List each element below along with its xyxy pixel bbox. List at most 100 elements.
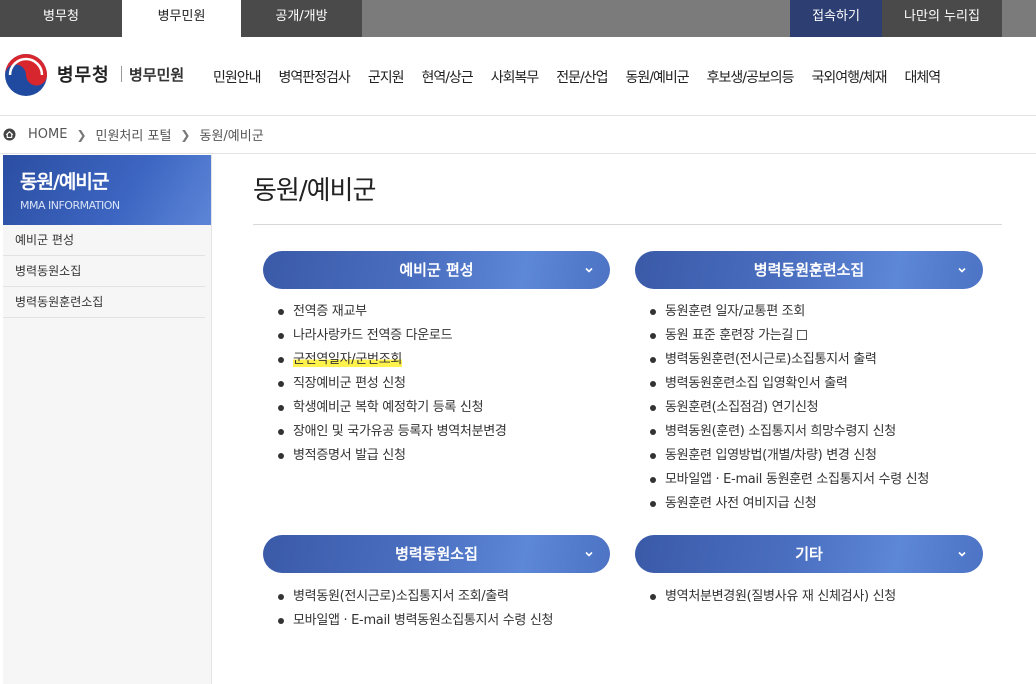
bullet-icon [650, 309, 656, 315]
chevron-down-icon[interactable] [583, 264, 595, 276]
bullet-icon [278, 405, 284, 411]
bullet-icon [650, 405, 656, 411]
section-title: 예비군 편성 [399, 261, 474, 279]
section-header-reserve-formation[interactable]: 예비군 편성 [263, 251, 610, 289]
list-item[interactable]: 동원훈련 일자/교통편 조회 [650, 300, 929, 324]
login-button[interactable]: 접속하기 [790, 0, 882, 37]
tab-civil-service[interactable]: 병무민원 [122, 0, 241, 37]
nav-item-exam[interactable]: 병역판정검사 [279, 67, 351, 87]
list-item[interactable]: 군전역일자/군번조회 [278, 348, 507, 372]
bullet-icon [650, 381, 656, 387]
section-header-mobilization-training[interactable]: 병력동원훈련소집 [635, 251, 983, 289]
list-item[interactable]: 나라사랑카드 전역증 다운로드 [278, 324, 507, 348]
tab-open-disclosure[interactable]: 공개/개방 [241, 0, 362, 37]
bullet-icon [278, 309, 284, 315]
list-item[interactable]: 동원훈련(소집점검) 연기신청 [650, 396, 929, 420]
bullet-icon [278, 453, 284, 459]
bullet-icon [650, 333, 656, 339]
nav-item-cadet[interactable]: 후보생/공보의등 [707, 67, 795, 87]
list-item[interactable]: 병적증명서 발급 신청 [278, 444, 507, 468]
brand-subtitle[interactable]: 병무민원 [129, 64, 184, 85]
list-item-label: 전역증 재교부 [293, 304, 367, 319]
bullet-icon [650, 501, 656, 507]
breadcrumb-home[interactable]: HOME [28, 127, 67, 142]
list-item-label: 직장예비군 편성 신청 [293, 376, 406, 391]
external-link-icon [797, 330, 808, 340]
section-list-mobilization-call: 병력동원(전시근로)소집통지서 조회/출력 모바일앱 · E-mail 병력동원… [278, 585, 553, 633]
breadcrumb: HOME ❯ 민원처리 포털 ❯ 동원/예비군 [0, 116, 1036, 154]
section-title: 병력동원훈련소집 [753, 261, 865, 279]
bullet-icon [650, 594, 656, 600]
chevron-down-icon[interactable] [956, 264, 968, 276]
bullet-icon [278, 594, 284, 600]
nav-item-enlist[interactable]: 군지원 [368, 67, 405, 87]
top-utility-bar: 병무청 병무민원 공개/개방 접속하기 나만의 누리집 [0, 0, 1036, 37]
nav-item-social-service[interactable]: 사회복무 [491, 67, 540, 87]
nav-item-civil-guide[interactable]: 민원안내 [213, 67, 262, 87]
list-item[interactable]: 동원훈련 입영방법(개별/차량) 변경 신청 [650, 444, 929, 468]
list-item[interactable]: 병역처분변경원(질병사유 재 신체검사) 신청 [650, 585, 896, 609]
list-item[interactable]: 모바일앱 · E-mail 동원훈련 소집통지서 수령 신청 [650, 468, 929, 492]
breadcrumb-current[interactable]: 동원/예비군 [199, 125, 263, 144]
list-item-label: 나라사랑카드 전역증 다운로드 [293, 328, 453, 343]
list-item-label-highlighted: 군전역일자/군번조회 [293, 352, 403, 367]
list-item[interactable]: 병력동원훈련(전시근로)소집통지서 출력 [650, 348, 929, 372]
chevron-down-icon[interactable] [956, 548, 968, 560]
taegeuk-logo-icon[interactable] [4, 53, 48, 97]
list-item[interactable]: 직장예비군 편성 신청 [278, 372, 507, 396]
nav-item-active-duty[interactable]: 현역/상근 [421, 67, 473, 87]
list-item[interactable]: 장애인 및 국가유공 등록자 병역처분변경 [278, 420, 507, 444]
brand-name[interactable]: 병무청 [57, 61, 110, 87]
section-header-mobilization-call[interactable]: 병력동원소집 [263, 535, 610, 573]
bullet-icon [650, 429, 656, 435]
bullet-icon [278, 333, 284, 339]
list-item[interactable]: 동원 표준 훈련장 가는길 [650, 324, 929, 348]
list-item[interactable]: 병력동원(훈련) 소집통지서 희망수령지 신청 [650, 420, 929, 444]
list-item-label: 병력동원(훈련) 소집통지서 희망수령지 신청 [665, 424, 896, 439]
bullet-icon [278, 618, 284, 624]
bullet-icon [650, 357, 656, 363]
list-item[interactable]: 모바일앱 · E-mail 병력동원소집통지서 수령 신청 [278, 609, 553, 633]
page-title: 동원/예비군 [253, 176, 376, 206]
tab-mma[interactable]: 병무청 [0, 0, 122, 37]
chevron-down-icon[interactable] [583, 548, 595, 560]
bullet-icon [650, 477, 656, 483]
bullet-icon [278, 381, 284, 387]
site-header: 병무청 병무민원 민원안내 병역판정검사 군지원 현역/상근 사회복무 전문/산… [0, 37, 1036, 116]
sidebar-subtitle: MMA INFORMATION [20, 199, 120, 212]
list-item-label: 병력동원(전시근로)소집통지서 조회/출력 [293, 589, 509, 604]
list-item[interactable]: 동원훈련 사전 여비지급 신청 [650, 492, 929, 516]
nav-item-overseas[interactable]: 국외여행/체재 [812, 67, 888, 87]
list-item-label: 동원 표준 훈련장 가는길 [665, 328, 794, 343]
list-item-label: 동원훈련 사전 여비지급 신청 [665, 496, 817, 511]
breadcrumb-portal[interactable]: 민원처리 포털 [96, 125, 172, 144]
list-item-label: 동원훈련 입영방법(개별/차량) 변경 신청 [665, 448, 877, 463]
bullet-icon [650, 453, 656, 459]
section-title: 병력동원소집 [395, 545, 478, 563]
my-page-button[interactable]: 나만의 누리집 [882, 0, 1002, 37]
list-item-label: 동원훈련 일자/교통편 조회 [665, 304, 806, 319]
bullet-icon [278, 429, 284, 435]
list-item-label: 병력동원훈련소집 입영확인서 출력 [665, 376, 848, 391]
list-item-label: 모바일앱 · E-mail 병력동원소집통지서 수령 신청 [293, 613, 554, 628]
sidebar-item-reserve-formation[interactable]: 예비군 편성 [3, 225, 205, 256]
sidebar-item-mobilization-training[interactable]: 병력동원훈련소집 [3, 287, 205, 318]
nav-item-alternative[interactable]: 대체역 [905, 67, 942, 87]
list-item[interactable]: 병력동원(전시근로)소집통지서 조회/출력 [278, 585, 553, 609]
bullet-icon [278, 357, 284, 363]
sidebar-item-mobilization-call[interactable]: 병력동원소집 [3, 256, 205, 287]
section-title: 기타 [795, 545, 823, 563]
brand-divider [121, 66, 122, 82]
list-item-label: 병역처분변경원(질병사유 재 신체검사) 신청 [665, 589, 896, 604]
section-header-etc[interactable]: 기타 [635, 535, 983, 573]
home-icon[interactable] [3, 128, 16, 141]
list-item[interactable]: 전역증 재교부 [278, 300, 507, 324]
nav-item-industry[interactable]: 전문/산업 [556, 67, 608, 87]
list-item[interactable]: 병력동원훈련소집 입영확인서 출력 [650, 372, 929, 396]
nav-item-mobilization[interactable]: 동원/예비군 [625, 67, 689, 87]
list-item[interactable]: 학생예비군 복학 예정학기 등록 신청 [278, 396, 507, 420]
section-list-mobilization-training: 동원훈련 일자/교통편 조회 동원 표준 훈련장 가는길 병력동원훈련(전시근로… [650, 300, 929, 516]
chevron-right-icon: ❯ [180, 127, 191, 142]
list-item-label: 장애인 및 국가유공 등록자 병역처분변경 [293, 424, 507, 439]
section-list-reserve-formation: 전역증 재교부 나라사랑카드 전역증 다운로드 군전역일자/군번조회 직장예비군… [278, 300, 507, 468]
